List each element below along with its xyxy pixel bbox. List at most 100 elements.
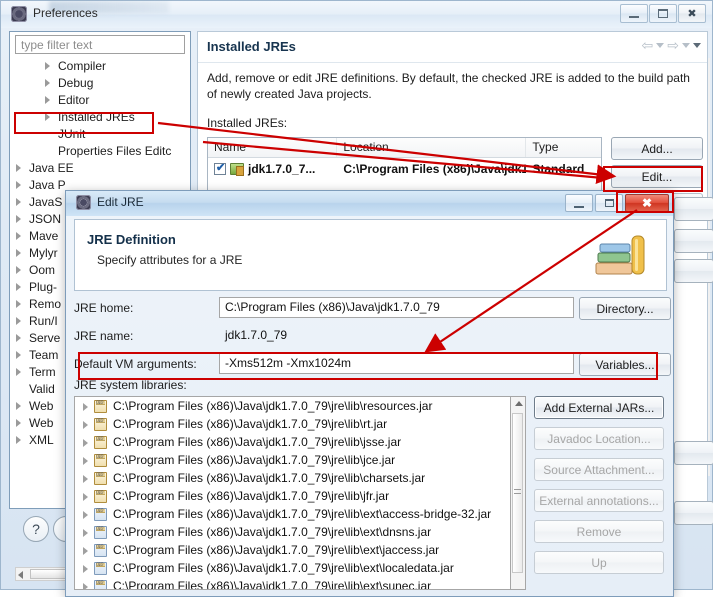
chevron-right-icon[interactable]	[45, 96, 50, 104]
scroll-left-arrow-icon[interactable]	[18, 571, 23, 579]
chevron-right-icon[interactable]	[16, 419, 21, 427]
preferences-title: Preferences	[33, 6, 98, 20]
library-list-item[interactable]: 010 C:\Program Files (x86)\Java\jdk1.7.0_…	[75, 397, 510, 415]
add-external-jars-button[interactable]: Add External JARs...	[534, 396, 664, 419]
table-column-header[interactable]: Location	[337, 138, 527, 157]
jre-home-input[interactable]: C:\Program Files (x86)\Java\jdk1.7.0_79	[219, 297, 574, 318]
chevron-right-icon[interactable]	[83, 511, 88, 519]
chevron-right-icon[interactable]	[16, 232, 21, 240]
library-list-item[interactable]: 010 C:\Program Files (x86)\Java\jdk1.7.0_…	[75, 433, 510, 451]
tree-item-label: Java EE	[29, 161, 74, 175]
chevron-right-icon[interactable]	[45, 62, 50, 70]
library-list-item[interactable]: 010 C:\Program Files (x86)\Java\jdk1.7.0_…	[75, 577, 510, 589]
jre-checkbox[interactable]	[214, 162, 226, 175]
chevron-right-icon[interactable]	[16, 317, 21, 325]
tree-item[interactable]: Properties Files Editc	[10, 143, 190, 160]
forward-arrow-icon[interactable]: ⇨	[667, 38, 679, 52]
source-attachment-button: Source Attachment...	[534, 458, 664, 481]
chevron-right-icon[interactable]	[83, 421, 88, 429]
edit-jre-window-controls: ✖	[565, 194, 669, 212]
chevron-right-icon[interactable]	[83, 403, 88, 411]
chevron-right-icon[interactable]	[16, 164, 21, 172]
add-jre-button[interactable]: Add...	[611, 137, 703, 160]
close-button[interactable]: ✖	[678, 4, 706, 23]
chevron-right-icon[interactable]	[16, 198, 21, 206]
directory-button[interactable]: Directory...	[579, 297, 671, 320]
chevron-right-icon[interactable]	[83, 547, 88, 555]
forward-dropdown-caret-icon[interactable]	[682, 42, 690, 48]
chevron-right-icon[interactable]	[83, 475, 88, 483]
tree-item[interactable]: Editor	[10, 92, 190, 109]
tree-item[interactable]: Java EE	[10, 160, 190, 177]
library-list-item[interactable]: 010 C:\Program Files (x86)\Java\jdk1.7.0_…	[75, 559, 510, 577]
chevron-right-icon[interactable]	[16, 334, 21, 342]
chevron-right-icon[interactable]	[83, 457, 88, 465]
menu-dropdown-caret-icon[interactable]	[693, 42, 701, 48]
page-title: Installed JREs	[207, 39, 296, 54]
tree-item[interactable]: Debug	[10, 75, 190, 92]
chevron-right-icon[interactable]	[16, 249, 21, 257]
jre-name-cell[interactable]: jdk1.7.0_7...	[208, 162, 337, 176]
table-body[interactable]: jdk1.7.0_7... C:\Program Files (x86)\Java…	[208, 158, 601, 180]
libraries-scrollbar[interactable]	[511, 396, 526, 590]
chevron-right-icon[interactable]	[16, 368, 21, 376]
edit-jre-titlebar: Edit JRE ✖	[66, 191, 673, 216]
chevron-right-icon[interactable]	[45, 113, 50, 121]
library-list-item[interactable]: 010 C:\Program Files (x86)\Java\jdk1.7.0_…	[75, 523, 510, 541]
tree-item[interactable]: JUnit	[10, 126, 190, 143]
vm-arguments-input[interactable]: -Xms512m -Xmx1024m	[219, 353, 574, 374]
edit-jre-button[interactable]: Edit...	[611, 165, 703, 188]
library-list-item[interactable]: 010 C:\Program Files (x86)\Java\jdk1.7.0_…	[75, 487, 510, 505]
table-column-header[interactable]: Type	[526, 138, 601, 157]
maximize-button[interactable]	[649, 4, 677, 23]
edge-button-5[interactable]	[674, 501, 713, 525]
back-arrow-icon[interactable]: ⇦	[642, 38, 654, 52]
external-annotations-button: External annotations...	[534, 489, 664, 512]
chevron-right-icon[interactable]	[83, 565, 88, 573]
tree-item[interactable]: Installed JREs	[10, 109, 190, 126]
chevron-right-icon[interactable]	[83, 439, 88, 447]
chevron-right-icon[interactable]	[83, 529, 88, 537]
library-list-item[interactable]: 010 C:\Program Files (x86)\Java\jdk1.7.0_…	[75, 541, 510, 559]
tree-item-label: XML	[29, 433, 54, 447]
chevron-right-icon[interactable]	[16, 181, 21, 189]
minimize-button[interactable]	[620, 4, 648, 23]
library-path: C:\Program Files (x86)\Java\jdk1.7.0_79\…	[113, 525, 432, 539]
edge-button-3[interactable]	[674, 259, 713, 283]
chevron-right-icon[interactable]	[83, 493, 88, 501]
chevron-right-icon[interactable]	[16, 215, 21, 223]
library-list-item[interactable]: 010 C:\Program Files (x86)\Java\jdk1.7.0_…	[75, 415, 510, 433]
library-list-item[interactable]: 010 C:\Program Files (x86)\Java\jdk1.7.0_…	[75, 451, 510, 469]
chevron-right-icon[interactable]	[45, 79, 50, 87]
library-list-item[interactable]: 010 C:\Program Files (x86)\Java\jdk1.7.0_…	[75, 505, 510, 523]
chevron-right-icon[interactable]	[16, 266, 21, 274]
dialog-maximize-button[interactable]	[595, 194, 623, 212]
page-nav-controls[interactable]: ⇦ ⇨	[642, 38, 701, 52]
back-dropdown-caret-icon[interactable]	[656, 42, 665, 48]
edge-button-2[interactable]	[674, 229, 713, 253]
filter-input[interactable]: type filter text	[15, 35, 185, 54]
table-row[interactable]: jdk1.7.0_7... C:\Program Files (x86)\Java…	[208, 158, 601, 180]
jre-name-input[interactable]: jdk1.7.0_79	[219, 325, 574, 346]
jre-system-libraries-list[interactable]: 010 C:\Program Files (x86)\Java\jdk1.7.0_…	[74, 396, 511, 590]
chevron-right-icon[interactable]	[16, 436, 21, 444]
page-header: Installed JREs ⇦ ⇨	[198, 32, 707, 63]
edge-button-1[interactable]	[674, 197, 713, 221]
chevron-right-icon[interactable]	[16, 402, 21, 410]
chevron-right-icon[interactable]	[16, 351, 21, 359]
variables-button[interactable]: Variables...	[579, 353, 671, 376]
chevron-right-icon[interactable]	[16, 300, 21, 308]
chevron-right-icon[interactable]	[16, 283, 21, 291]
libraries-scroll-grip	[514, 489, 521, 494]
dialog-close-button[interactable]: ✖	[625, 194, 669, 212]
help-button[interactable]: ?	[23, 516, 49, 542]
tree-item-label: JavaS	[29, 195, 63, 209]
edge-button-4[interactable]	[674, 441, 713, 465]
library-list-item[interactable]: 010 C:\Program Files (x86)\Java\jdk1.7.0_…	[75, 469, 510, 487]
tree-item[interactable]: Compiler	[10, 58, 190, 75]
chevron-right-icon[interactable]	[83, 583, 88, 589]
dialog-minimize-button[interactable]	[565, 194, 593, 212]
libraries-scroll-up-icon[interactable]	[515, 401, 523, 406]
table-column-header[interactable]: Name	[208, 138, 338, 157]
remove-button: Remove	[534, 520, 664, 543]
